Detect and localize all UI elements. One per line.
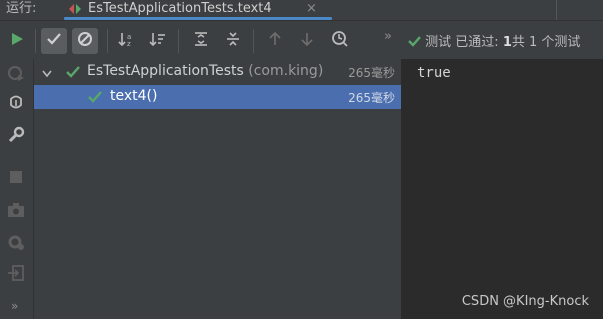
ignored-icon bbox=[77, 31, 93, 51]
test-class-package: (com.king) bbox=[248, 63, 324, 79]
passed-check-icon bbox=[66, 65, 80, 82]
run-tool-window-header: 运行: EsTestApplicationTests.text4 × bbox=[0, 0, 603, 21]
test-history-button[interactable] bbox=[327, 28, 353, 54]
exit-icon bbox=[7, 264, 25, 286]
debug-button[interactable] bbox=[6, 95, 26, 115]
left-tool-strip: » bbox=[0, 59, 34, 319]
expand-all-button[interactable] bbox=[188, 28, 214, 54]
close-tab-icon[interactable]: × bbox=[306, 0, 317, 17]
test-status-summary: 测试 已通过: 1共 1 个测试 bbox=[408, 31, 580, 50]
watermark: CSDN @KIng-Knock bbox=[461, 294, 589, 309]
svg-text:z: z bbox=[127, 40, 131, 47]
test-runner-toolbar: a z » 测试 已通过: 1共 1 个测试 bbox=[0, 21, 603, 59]
settings-gear-button[interactable] bbox=[6, 234, 26, 254]
expand-all-icon bbox=[193, 31, 209, 51]
more-tools-icon[interactable]: » bbox=[11, 299, 18, 313]
status-passed-count: 1 bbox=[502, 35, 512, 50]
stop-icon bbox=[9, 170, 23, 188]
pass-check-icon bbox=[408, 35, 425, 50]
toolbar-divider bbox=[107, 29, 108, 53]
test-method-name: text4() bbox=[110, 88, 158, 104]
collapse-all-button[interactable] bbox=[220, 28, 246, 54]
rerun-failed-icon bbox=[7, 65, 25, 85]
tree-node-child[interactable]: text4() 265毫秒 bbox=[34, 85, 401, 109]
run-tab-title: EsTestApplicationTests.text4 bbox=[88, 1, 272, 16]
rerun-button[interactable] bbox=[4, 28, 30, 54]
show-passed-toggle[interactable] bbox=[41, 28, 67, 54]
header-divider bbox=[556, 0, 557, 20]
rerun-failed-button[interactable] bbox=[6, 65, 26, 85]
active-tab-indicator bbox=[64, 17, 332, 20]
show-ignored-toggle[interactable] bbox=[72, 28, 98, 54]
toolbar-divider bbox=[178, 29, 179, 53]
arrow-down-icon bbox=[300, 31, 314, 51]
collapse-all-icon bbox=[225, 31, 241, 51]
test-duration: 265毫秒 bbox=[348, 66, 395, 80]
tree-node-root[interactable]: EsTestApplicationTests (com.king) 265毫秒 bbox=[34, 60, 401, 84]
sort-by-duration-button[interactable] bbox=[145, 28, 171, 54]
test-results-tree: EsTestApplicationTests (com.king) 265毫秒 … bbox=[34, 59, 402, 319]
more-actions-icon[interactable]: » bbox=[384, 29, 392, 44]
arrow-up-icon bbox=[268, 31, 282, 51]
status-passed-label: 已通过: bbox=[455, 35, 499, 50]
console-line: true bbox=[417, 65, 451, 81]
next-failed-button[interactable] bbox=[294, 28, 320, 54]
sort-alpha-icon: a z bbox=[118, 31, 136, 51]
check-icon bbox=[46, 31, 62, 51]
gear-icon bbox=[7, 233, 25, 255]
status-prefix: 测试 bbox=[425, 35, 452, 50]
play-icon bbox=[10, 32, 24, 50]
status-total: 共 1 个测试 bbox=[511, 35, 581, 50]
run-tab[interactable]: EsTestApplicationTests.text4 × bbox=[62, 0, 332, 20]
test-class-name: EsTestApplicationTests bbox=[87, 63, 244, 79]
toolbar-divider bbox=[253, 29, 254, 53]
clock-icon bbox=[331, 30, 349, 52]
camera-icon bbox=[7, 202, 25, 222]
passed-check-icon bbox=[88, 90, 102, 107]
exit-button[interactable] bbox=[6, 265, 26, 285]
console-output[interactable]: true CSDN @KIng-Knock bbox=[402, 59, 603, 319]
wrench-icon bbox=[7, 126, 25, 148]
stop-button[interactable] bbox=[6, 169, 26, 189]
toolbar-divider bbox=[35, 29, 36, 53]
sort-alphabetically-button[interactable]: a z bbox=[114, 28, 140, 54]
test-duration: 265毫秒 bbox=[348, 91, 395, 105]
dump-threads-button[interactable] bbox=[6, 202, 26, 222]
tree-node-label: EsTestApplicationTests (com.king) bbox=[87, 63, 323, 79]
run-label: 运行: bbox=[6, 1, 37, 16]
previous-failed-button[interactable] bbox=[262, 28, 288, 54]
sort-duration-icon bbox=[149, 31, 167, 51]
settings-button[interactable] bbox=[6, 126, 26, 148]
chevron-down-icon[interactable] bbox=[42, 67, 52, 82]
debug-bug-icon bbox=[7, 94, 25, 116]
